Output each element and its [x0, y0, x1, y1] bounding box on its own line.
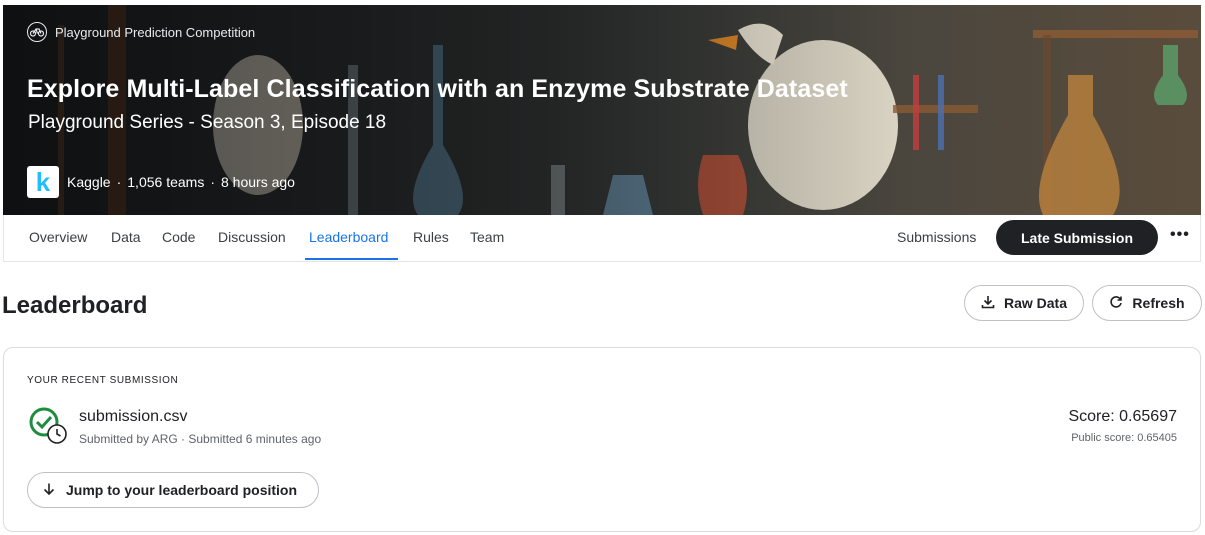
recent-submission-card: YOUR RECENT SUBMISSION submission.csv Su…	[3, 347, 1201, 532]
page-title: Leaderboard	[2, 292, 148, 319]
more-options-icon[interactable]: •••	[1170, 226, 1190, 244]
section-label: YOUR RECENT SUBMISSION	[27, 375, 179, 386]
competition-subtitle: Playground Series - Season 3, Episode 18	[28, 112, 387, 133]
refresh-button[interactable]: Refresh	[1092, 285, 1202, 321]
tab-team[interactable]: Team	[470, 229, 504, 245]
separator: ·	[116, 174, 122, 190]
competition-title: Explore Multi-Label Classification with …	[27, 75, 848, 103]
refresh-icon	[1109, 295, 1123, 312]
time-ago: 8 hours ago	[221, 174, 295, 190]
jump-to-position-button[interactable]: Jump to your leaderboard position	[27, 472, 319, 508]
kaggle-logo[interactable]: k	[27, 166, 59, 198]
raw-data-label: Raw Data	[1003, 295, 1068, 311]
check-clock-icon	[28, 406, 68, 446]
submission-meta: Submitted by ARG · Submitted 6 minutes a…	[79, 432, 322, 446]
submission-filename[interactable]: submission.csv	[79, 408, 187, 426]
raw-data-button[interactable]: Raw Data	[964, 285, 1084, 321]
submission-score: Score: 0.65697	[1068, 408, 1177, 425]
tab-rules[interactable]: Rules	[413, 229, 449, 245]
competition-type: Playground Prediction Competition	[27, 22, 255, 42]
separator: ·	[210, 174, 215, 190]
jump-label: Jump to your leaderboard position	[66, 482, 298, 498]
tab-code[interactable]: Code	[162, 229, 195, 245]
tab-overview[interactable]: Overview	[29, 229, 87, 245]
active-tab-indicator	[305, 258, 398, 260]
competition-header: Playground Prediction Competition Explor…	[3, 5, 1201, 215]
tab-data[interactable]: Data	[111, 229, 141, 245]
late-submission-button[interactable]: Late Submission	[996, 220, 1158, 255]
bicycle-icon	[27, 22, 47, 42]
public-score: Public score: 0.65405	[1071, 432, 1177, 444]
host-info: k Kaggle · 1,056 teams · 8 hours ago	[27, 166, 295, 198]
download-icon	[981, 295, 995, 312]
competition-tabs: Overview Data Code Discussion Leaderboar…	[3, 215, 1201, 262]
arrow-down-icon	[42, 482, 56, 499]
team-count: 1,056 teams	[127, 174, 205, 190]
tab-leaderboard[interactable]: Leaderboard	[309, 229, 388, 245]
host-name[interactable]: Kaggle	[67, 174, 111, 190]
submissions-link[interactable]: Submissions	[897, 229, 976, 245]
tab-discussion[interactable]: Discussion	[218, 229, 286, 245]
refresh-label: Refresh	[1132, 295, 1185, 311]
competition-type-label: Playground Prediction Competition	[55, 24, 256, 40]
